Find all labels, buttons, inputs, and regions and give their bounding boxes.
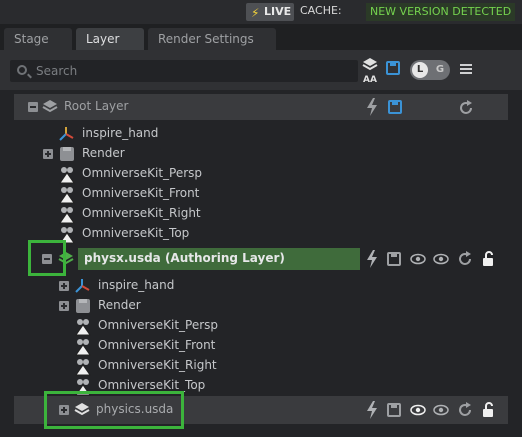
- tab-stage[interactable]: Stage: [4, 28, 72, 50]
- scope-cube-icon: [76, 299, 90, 313]
- root-layer-label: Root Layer: [64, 99, 129, 113]
- tree-row[interactable]: OmniverseKit_Front: [0, 336, 522, 356]
- prim-label: Render: [82, 146, 125, 160]
- prim-label: inspire_hand: [98, 278, 175, 292]
- save-icon[interactable]: [387, 403, 401, 417]
- prim-label: OmniverseKit_Persp: [82, 166, 203, 180]
- toggle-l[interactable]: L: [412, 62, 428, 78]
- root-layer-row[interactable]: Root Layer: [14, 94, 508, 120]
- camera-icon: [59, 207, 75, 224]
- live-lightning-icon[interactable]: [366, 98, 378, 116]
- top-status-bar: ⚡ LIVE CACHE: NEW VERSION DETECTED: [0, 0, 522, 24]
- prim-label: OmniverseKit_Top: [82, 226, 190, 240]
- layer-stack-icon: [42, 100, 58, 113]
- expand-icon[interactable]: [59, 281, 69, 291]
- tree-row[interactable]: OmniverseKit_Front: [0, 184, 522, 204]
- tree-row[interactable]: inspire_hand: [0, 124, 522, 144]
- aa-label: AA: [363, 75, 377, 85]
- visibility-eye-icon[interactable]: [410, 404, 426, 416]
- global-mute-eye-icon[interactable]: [433, 404, 449, 416]
- tab-render-settings[interactable]: Render Settings: [148, 28, 276, 50]
- xform-icon: [59, 127, 74, 141]
- live-lightning-icon[interactable]: [366, 250, 378, 268]
- expand-icon[interactable]: [43, 149, 53, 159]
- prim-label: OmniverseKit_Persp: [98, 318, 219, 332]
- prim-label: OmniverseKit_Right: [82, 206, 201, 220]
- layer-global-toggle[interactable]: L G: [410, 60, 450, 80]
- scope-cube-icon: [60, 147, 74, 161]
- layers-icon[interactable]: [362, 57, 378, 73]
- search-input[interactable]: [36, 62, 346, 80]
- tree-row[interactable]: Render: [0, 144, 522, 164]
- camera-icon: [75, 339, 91, 356]
- tab-layer[interactable]: Layer: [76, 28, 144, 50]
- prim-label: OmniverseKit_Front: [82, 186, 200, 200]
- camera-icon: [75, 319, 91, 336]
- tree-row[interactable]: OmniverseKit_Right: [0, 356, 522, 376]
- toggle-g[interactable]: G: [432, 62, 448, 78]
- highlight-box-collapse: [28, 240, 66, 276]
- authoring-layer-label: physx.usda (Authoring Layer): [84, 251, 285, 265]
- layer-toolbar: AA L G: [0, 50, 522, 90]
- authoring-layer-row[interactable]: physx.usda (Authoring Layer): [0, 248, 522, 270]
- camera-icon: [59, 167, 75, 184]
- live-button[interactable]: ⚡ LIVE: [246, 3, 294, 21]
- prim-label: OmniverseKit_Front: [98, 338, 216, 352]
- tree-row[interactable]: OmniverseKit_Persp: [0, 164, 522, 184]
- save-all-icon[interactable]: [386, 61, 400, 75]
- tree-row[interactable]: inspire_hand: [0, 276, 522, 296]
- hamburger-menu-icon[interactable]: [460, 64, 472, 74]
- live-lightning-icon[interactable]: [366, 401, 378, 419]
- save-icon[interactable]: [388, 100, 402, 114]
- unlock-icon[interactable]: [482, 402, 496, 418]
- save-icon[interactable]: [387, 252, 401, 266]
- cache-status-badge[interactable]: NEW VERSION DETECTED: [366, 3, 516, 21]
- prim-label: Render: [98, 298, 141, 312]
- visibility-eye-icon[interactable]: [410, 253, 426, 265]
- reload-icon[interactable]: [457, 402, 473, 418]
- reload-icon[interactable]: [457, 251, 473, 267]
- search-icon: [17, 65, 27, 75]
- camera-icon: [59, 187, 75, 204]
- cache-label: CACHE:: [300, 4, 342, 17]
- collapse-icon[interactable]: [28, 102, 38, 112]
- global-mute-eye-icon[interactable]: [433, 253, 449, 265]
- prim-label: OmniverseKit_Right: [98, 358, 217, 372]
- tree-row[interactable]: OmniverseKit_Right: [0, 204, 522, 224]
- prim-label: inspire_hand: [82, 126, 159, 140]
- highlight-box-sublayer: [44, 391, 184, 429]
- tree-row[interactable]: Render: [0, 296, 522, 316]
- live-label: LIVE: [264, 5, 292, 18]
- panel-tabs: Stage Layer Render Settings: [0, 26, 522, 50]
- reload-icon[interactable]: [458, 100, 474, 116]
- lightning-icon: ⚡: [251, 6, 260, 20]
- xform-icon: [75, 279, 90, 293]
- search-box[interactable]: [10, 60, 358, 82]
- camera-icon: [75, 359, 91, 376]
- unlock-icon[interactable]: [482, 251, 496, 267]
- expand-icon[interactable]: [59, 301, 69, 311]
- layer-tree: Root Layer inspire_hand Render Omniverse…: [0, 90, 522, 437]
- tree-row[interactable]: OmniverseKit_Top: [0, 224, 522, 244]
- tree-row[interactable]: OmniverseKit_Persp: [0, 316, 522, 336]
- prim-label: OmniverseKit_Top: [98, 378, 206, 392]
